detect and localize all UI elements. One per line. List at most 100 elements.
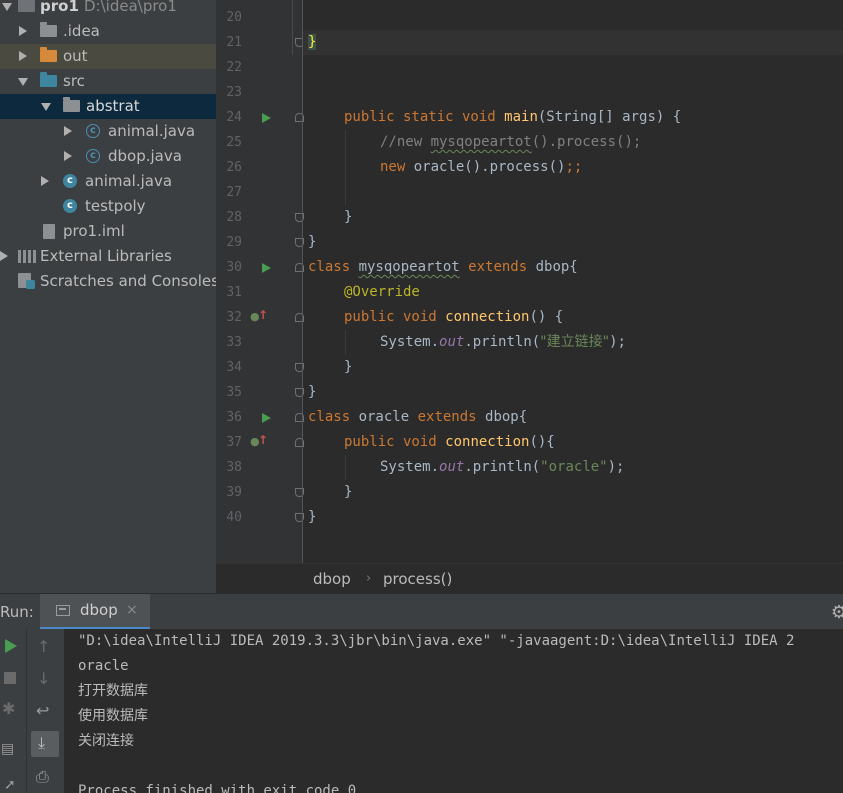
console-icon [56, 605, 70, 616]
arrow-up-icon[interactable]: ↑ [37, 637, 50, 656]
run-panel-title: Run: [0, 603, 34, 621]
abstract-class-icon: c [86, 124, 100, 138]
code-line-38[interactable]: System.out.println("oracle"); [380, 455, 624, 480]
chevron-down-icon[interactable] [41, 103, 51, 111]
code-line-33[interactable]: System.out.println("建立链接"); [380, 330, 626, 355]
soft-wrap-icon[interactable]: ↩ [36, 701, 49, 720]
console-output[interactable]: "D:\idea\IntelliJ IDEA 2019.3.3\jbr\bin\… [64, 629, 843, 793]
tree-item-idea[interactable]: .idea [0, 19, 216, 44]
breadcrumb-separator: › [366, 571, 372, 586]
code-line-39[interactable]: } [344, 480, 352, 505]
code-line-26[interactable]: new oracle().process();; [380, 155, 582, 180]
indent-guide [345, 130, 346, 205]
code-line-34[interactable]: } [344, 355, 352, 380]
code-line-30[interactable]: class mysqopeartot extends dbop{ [308, 255, 578, 280]
code-editor[interactable]: 20 21 22 23 24 25 26 27 28 29 30 31 32 3… [216, 0, 843, 563]
line-number: 27 [226, 185, 242, 200]
line-number: 37 [226, 435, 242, 450]
chevron-right-icon[interactable] [64, 126, 72, 136]
chevron-right-icon[interactable] [41, 176, 49, 186]
console-line: 关闭连接 [78, 733, 134, 749]
tree-item-dbop-java[interactable]: c dbop.java [0, 144, 216, 169]
module-folder-icon [18, 0, 35, 12]
line-number: 25 [226, 135, 242, 150]
chevron-right-icon[interactable] [64, 151, 72, 161]
line-number: 29 [226, 235, 242, 250]
code-line-24[interactable]: public static void main(String[] args) { [344, 105, 681, 130]
line-number: 39 [226, 485, 242, 500]
code-line-25[interactable]: //new mysqopeartot().process(); [380, 130, 641, 155]
tree-item-pro1-iml[interactable]: pro1.iml [0, 219, 216, 244]
runnable-class-icon: c [63, 199, 77, 213]
run-tab-dbop[interactable]: dbop × [40, 594, 150, 630]
line-number: 21 [226, 35, 242, 50]
abstract-class-icon: c [86, 149, 100, 163]
chevron-down-icon[interactable] [2, 3, 12, 11]
tree-item-abstrat[interactable]: abstrat [0, 94, 216, 119]
chevron-right-icon[interactable] [19, 51, 27, 61]
line-number: 26 [226, 160, 242, 175]
code-line-28[interactable]: } [344, 205, 352, 230]
run-class-icon[interactable] [262, 263, 271, 273]
override-arrow-icon: ↑ [258, 433, 269, 447]
gutter-divider [302, 0, 303, 563]
tree-item-animal-java[interactable]: c animal.java [0, 169, 216, 194]
chevron-right-icon[interactable] [19, 26, 27, 36]
scroll-to-end-icon: ⤓ [38, 733, 46, 752]
line-number: 34 [226, 360, 242, 375]
run-class-icon[interactable] [262, 413, 271, 423]
tree-item-label: dbop.java [108, 147, 182, 165]
close-icon[interactable]: × [126, 594, 138, 627]
breadcrumb: dbop › process() [216, 563, 843, 593]
tree-item-abstrat-animal-java[interactable]: c animal.java [0, 119, 216, 144]
debug-icon[interactable]: ✱ [2, 699, 15, 718]
breadcrumb-method[interactable]: process() [383, 564, 452, 594]
class-icon: c [63, 174, 77, 188]
code-line-40[interactable]: } [308, 505, 316, 530]
console-line: Process finished with exit code 0 [78, 783, 357, 793]
run-toolbar-primary: ✱ ▤ ➚ [0, 629, 26, 793]
line-number: 24 [226, 110, 242, 125]
tree-item-src[interactable]: src [0, 69, 216, 94]
line-number: 30 [226, 260, 242, 275]
chevron-down-icon[interactable] [18, 78, 28, 86]
breadcrumb-class[interactable]: dbop [313, 564, 351, 594]
tree-item-label: abstrat [86, 97, 140, 115]
indent-guide [345, 455, 346, 480]
line-number: 23 [226, 85, 242, 100]
indent-guide [345, 330, 346, 355]
print-icon[interactable]: ⎙ [36, 767, 49, 787]
tree-item-out[interactable]: out [0, 44, 216, 69]
code-line-36[interactable]: class oracle extends dbop{ [308, 405, 527, 430]
code-line-31[interactable]: @Override [344, 280, 420, 305]
chevron-right-icon[interactable] [0, 251, 8, 261]
tree-item-scratches[interactable]: Scratches and Consoles [0, 269, 216, 294]
code-line-37[interactable]: public void connection(){ [344, 430, 555, 455]
tree-item-testpoly[interactable]: c testpoly [0, 194, 216, 219]
folder-icon [40, 22, 57, 37]
pin-icon[interactable]: ➚ [4, 777, 16, 793]
stop-icon[interactable] [4, 672, 16, 684]
console-line: 打开数据库 [78, 683, 148, 699]
layout-icon[interactable]: ▤ [1, 741, 14, 757]
tree-item-external-libraries[interactable]: External Libraries [0, 244, 216, 269]
code-line-21[interactable]: } [308, 30, 317, 55]
tree-item-pro1[interactable]: pro1 D:\idea\pro1 [0, 0, 216, 19]
package-folder-icon [63, 97, 80, 112]
arrow-down-icon[interactable]: ↓ [37, 669, 50, 688]
scroll-to-end-toggle[interactable]: ⤓ [31, 731, 59, 757]
editor-gutter: 20 21 22 23 24 25 26 27 28 29 30 31 32 3… [216, 0, 304, 563]
tree-item-label: animal.java [85, 172, 173, 190]
rerun-icon[interactable] [5, 639, 17, 653]
code-line-29[interactable]: } [308, 230, 316, 255]
code-line-35[interactable]: } [308, 380, 316, 405]
tree-item-label: animal.java [108, 122, 196, 140]
code-line-32[interactable]: public void connection() { [344, 305, 563, 330]
library-icon [18, 250, 36, 263]
gear-icon[interactable]: ⚙ [831, 602, 843, 623]
source-folder-icon [40, 72, 57, 87]
run-main-icon[interactable] [262, 113, 271, 123]
tree-item-label: out [63, 47, 88, 65]
tree-item-label: Scratches and Consoles [40, 272, 216, 290]
line-number: 32 [226, 310, 242, 325]
